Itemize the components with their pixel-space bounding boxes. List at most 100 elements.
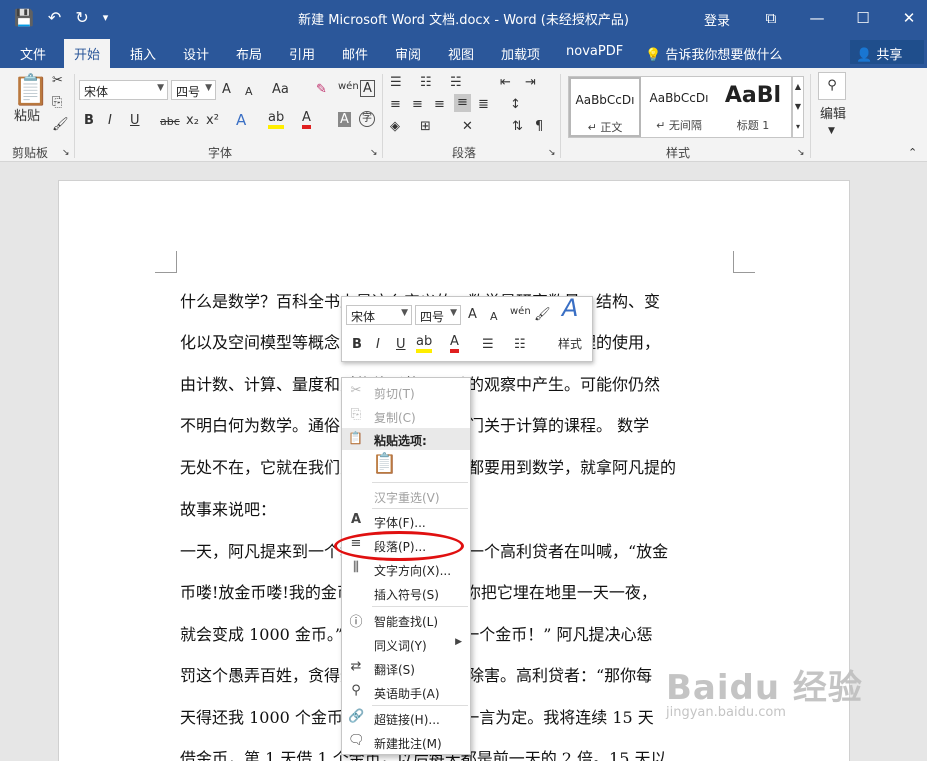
style-normal[interactable]: AaBbCcDı ↵ 正文 [569, 77, 641, 137]
menu-item-label: 超链接(H)... [374, 713, 440, 727]
sort-icon[interactable]: ⇅ [512, 118, 523, 136]
shading-icon[interactable]: ◈ [390, 118, 400, 136]
mini-phonetic-button[interactable]: wén [510, 303, 531, 321]
line-spacing-icon[interactable]: ↕ [510, 96, 521, 114]
format-painter-icon[interactable]: 🖌 [52, 116, 69, 134]
menu-item-english-assistant[interactable]: ⚲ 英语助手(A) [342, 680, 470, 704]
borders-icon[interactable]: ⊞ [420, 118, 431, 136]
chinese-layout-icon[interactable]: ✕ [462, 118, 473, 136]
numbering-icon[interactable]: ☷ [420, 74, 432, 92]
bullets-icon[interactable]: ☰ [390, 74, 402, 92]
menu-item-hyperlink[interactable]: 🔗 超链接(H)... [342, 706, 470, 730]
align-right-icon[interactable]: ≡ [434, 96, 445, 114]
text-effects-button[interactable]: A [236, 111, 246, 129]
tab-mailings[interactable]: 邮件 [342, 44, 368, 63]
paste-keep-text-only-icon[interactable]: 📋 [372, 453, 397, 473]
menu-item-reconvert[interactable]: 汉字重选(V) [342, 484, 470, 508]
multilevel-list-icon[interactable]: ☵ [450, 74, 462, 92]
menu-item-copy[interactable]: ⎘ 复制(C) [342, 404, 470, 428]
clear-formatting-icon[interactable]: ✎ [316, 81, 327, 99]
styles-launcher-icon[interactable]: ↘ [797, 144, 805, 162]
mini-underline-button[interactable]: U [396, 336, 406, 354]
menu-item-translate[interactable]: ⇄ 翻译(S) [342, 656, 470, 680]
underline-button[interactable]: U [130, 112, 140, 130]
char-shading-button[interactable]: A [338, 112, 351, 127]
font-color-button[interactable]: A [302, 111, 311, 129]
maximize-icon[interactable]: ☐ [840, 6, 886, 30]
font-size-combo[interactable]: 四号 ▼ [171, 80, 216, 100]
styles-scroll-icon[interactable]: ▲ ▼ ▾ [792, 76, 804, 138]
tab-references[interactable]: 引用 [289, 44, 315, 63]
login-button[interactable]: 登录 [704, 10, 730, 29]
menu-item-new-comment[interactable]: 🗨 新建批注(M) [342, 730, 470, 754]
comment-icon: 🗨 [348, 733, 365, 748]
tab-view[interactable]: 视图 [448, 44, 474, 63]
phonetic-guide-button[interactable]: wén [338, 78, 359, 96]
cut-icon[interactable]: ✂ [52, 72, 63, 90]
paste-options-header: 📋 粘贴选项: [342, 428, 470, 450]
align-center-icon[interactable]: ≡ [412, 96, 423, 114]
highlight-button[interactable]: ab [268, 111, 285, 129]
change-case-button[interactable]: Aa [272, 81, 289, 99]
mini-font-name-combo[interactable]: 宋体 ▼ [346, 305, 412, 325]
tell-me-label: 告诉我你想要做什么 [665, 48, 783, 63]
tab-novapdf[interactable]: novaPDF [566, 44, 623, 59]
font-launcher-icon[interactable]: ↘ [370, 144, 378, 162]
menu-item-synonyms[interactable]: 同义词(Y) ▶ [342, 632, 470, 656]
distributed-icon[interactable]: ≣ [478, 96, 489, 114]
search-icon[interactable]: ⚲ [818, 72, 846, 100]
bold-button[interactable]: B [84, 112, 94, 130]
font-icon: A [350, 512, 362, 527]
menu-item-cut[interactable]: ✂ 剪切(T) [342, 380, 470, 404]
paste-button[interactable]: 粘贴 [14, 108, 40, 126]
menu-item-smart-lookup[interactable]: ⓘ 智能查找(L) [342, 608, 470, 632]
decrease-indent-icon[interactable]: ⇤ [500, 74, 511, 92]
shrink-font-button[interactable]: A [245, 83, 253, 101]
ribbon-display-options-icon[interactable]: ⧉ [748, 6, 794, 30]
font-name-combo[interactable]: 宋体 ▼ [79, 80, 168, 100]
mini-shrink-font-button[interactable]: A [490, 308, 498, 326]
show-marks-icon[interactable]: ¶ [535, 118, 543, 136]
tab-design[interactable]: 设计 [183, 44, 209, 63]
enclose-char-button[interactable]: 字 [359, 111, 375, 127]
grow-font-button[interactable]: A [222, 81, 231, 99]
menu-item-insert-symbol[interactable]: 插入符号(S) [342, 581, 470, 605]
mini-grow-font-button[interactable]: A [468, 306, 477, 324]
paragraph-launcher-icon[interactable]: ↘ [548, 144, 556, 162]
tab-insert[interactable]: 插入 [130, 44, 156, 63]
mini-bold-button[interactable]: B [352, 336, 362, 354]
increase-indent-icon[interactable]: ⇥ [525, 74, 536, 92]
clipboard-launcher-icon[interactable]: ↘ [62, 144, 70, 162]
tab-file[interactable]: 文件 [20, 44, 46, 63]
mini-styles-button[interactable]: 样式 [558, 335, 582, 353]
share-button[interactable]: 👤 共享 [850, 40, 924, 64]
menu-item-font[interactable]: A 字体(F)... [342, 509, 470, 533]
mini-highlight-button[interactable]: ab [416, 335, 433, 353]
tab-addins[interactable]: 加载项 [501, 44, 540, 63]
mini-styles-icon[interactable]: A [562, 296, 578, 320]
tell-me-box[interactable]: 💡 告诉我你想要做什么 [645, 44, 782, 63]
align-left-icon[interactable]: ≡ [390, 96, 401, 114]
style-no-spacing[interactable]: AaBbCcDı ↵ 无间隔 [643, 77, 715, 137]
style-heading-1[interactable]: AaBl 标题 1 [717, 77, 789, 137]
mini-font-size-combo[interactable]: 四号 ▼ [415, 305, 461, 325]
tab-review[interactable]: 审阅 [395, 44, 421, 63]
mini-italic-button[interactable]: I [376, 336, 380, 354]
mini-numbering-icon[interactable]: ☷ [514, 336, 526, 354]
collapse-ribbon-icon[interactable]: ⌃ [908, 144, 917, 162]
close-icon[interactable]: ✕ [886, 6, 927, 30]
superscript-button[interactable]: x² [206, 112, 219, 130]
minimize-icon[interactable]: — [794, 6, 840, 30]
justify-icon[interactable]: ≡ [454, 94, 471, 112]
paste-icon[interactable]: 📋 [12, 74, 49, 108]
copy-icon[interactable]: ⎘ [52, 94, 62, 112]
char-border-button[interactable]: A [360, 80, 375, 97]
tab-home[interactable]: 开始 [64, 39, 111, 68]
mini-font-color-button[interactable]: A [450, 335, 459, 353]
strikethrough-button[interactable]: abc [160, 113, 180, 131]
mini-bullets-icon[interactable]: ☰ [482, 336, 494, 354]
mini-format-painter-icon[interactable]: 🖌 [534, 306, 551, 324]
subscript-button[interactable]: x₂ [186, 112, 199, 130]
italic-button[interactable]: I [108, 112, 112, 130]
tab-layout[interactable]: 布局 [236, 44, 262, 63]
